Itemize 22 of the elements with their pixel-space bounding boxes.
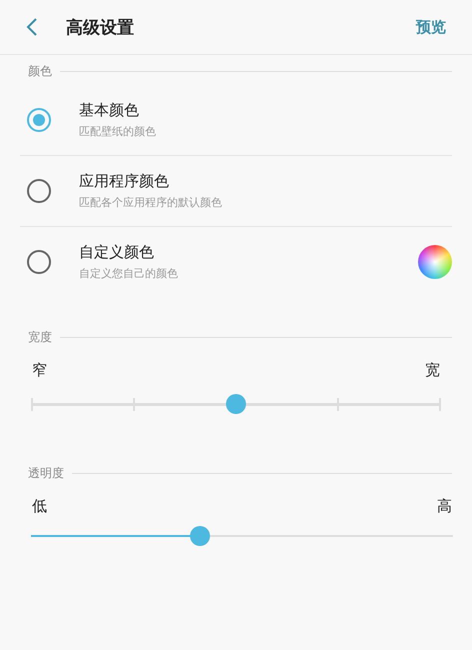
color-wheel-icon[interactable] [418, 245, 452, 279]
slider-thumb[interactable] [190, 526, 210, 546]
min-label: 窄 [32, 361, 47, 380]
section-heading: 透明度 [28, 464, 64, 482]
page-title: 高级设置 [66, 16, 135, 38]
option-subtitle: 匹配各个应用程序的默认颜色 [79, 195, 223, 210]
max-label: 高 [437, 497, 452, 516]
radio-button[interactable] [27, 108, 51, 132]
section-heading: 宽度 [28, 328, 52, 346]
max-label: 宽 [425, 361, 440, 380]
option-title: 基本颜色 [79, 101, 140, 120]
radio-button[interactable] [27, 250, 51, 274]
min-label: 低 [32, 497, 47, 516]
back-icon[interactable] [26, 17, 38, 37]
preview-button[interactable]: 预览 [410, 14, 452, 40]
option-title: 自定义颜色 [79, 243, 155, 262]
radio-button[interactable] [27, 179, 51, 203]
slider-thumb[interactable] [226, 394, 246, 414]
option-subtitle: 自定义您自己的颜色 [79, 266, 179, 281]
section-heading: 颜色 [28, 62, 52, 80]
option-subtitle: 匹配壁纸的颜色 [79, 124, 157, 139]
option-title: 应用程序颜色 [79, 172, 170, 191]
